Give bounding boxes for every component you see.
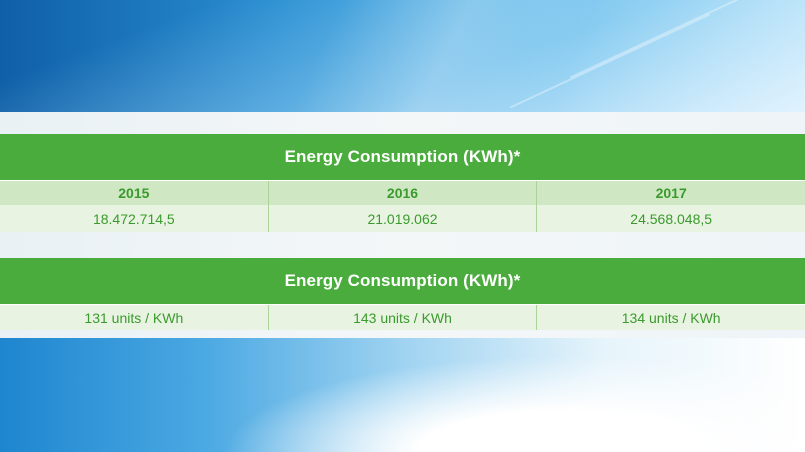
consumption-value-2015: 18.472.714,5 — [0, 205, 269, 232]
units-value-2015: 131 units / KWh — [0, 305, 269, 330]
year-header-2017: 2017 — [655, 185, 687, 201]
table-row: 131 units / KWh 143 units / KWh 134 unit… — [0, 305, 805, 330]
year-header-2015: 2015 — [0, 181, 269, 205]
energy-consumption-table-yearly: Energy Consumption (KWh)* 2015 2016 2017… — [0, 134, 805, 232]
table-title: Energy Consumption (KWh)* — [0, 134, 805, 180]
table-title: Energy Consumption (KWh)* — [0, 258, 805, 304]
background-banner-top — [0, 0, 805, 112]
year-header-2016: 2016 — [269, 181, 538, 205]
light-streak — [509, 13, 711, 109]
table-row: 18.472.714,5 21.019.062 24.568.048,5 — [0, 205, 805, 232]
background-banner-bottom — [0, 338, 805, 452]
table-header-row: 2015 2016 2017 — [0, 181, 805, 205]
consumption-value-2017: 24.568.048,5 — [630, 210, 713, 227]
consumption-value-2016: 21.019.062 — [269, 205, 538, 232]
energy-consumption-table-units: Energy Consumption (KWh)* 131 units / KW… — [0, 258, 805, 330]
units-value-2017: 134 units / KWh — [621, 309, 721, 326]
units-value-2016: 143 units / KWh — [269, 305, 538, 330]
